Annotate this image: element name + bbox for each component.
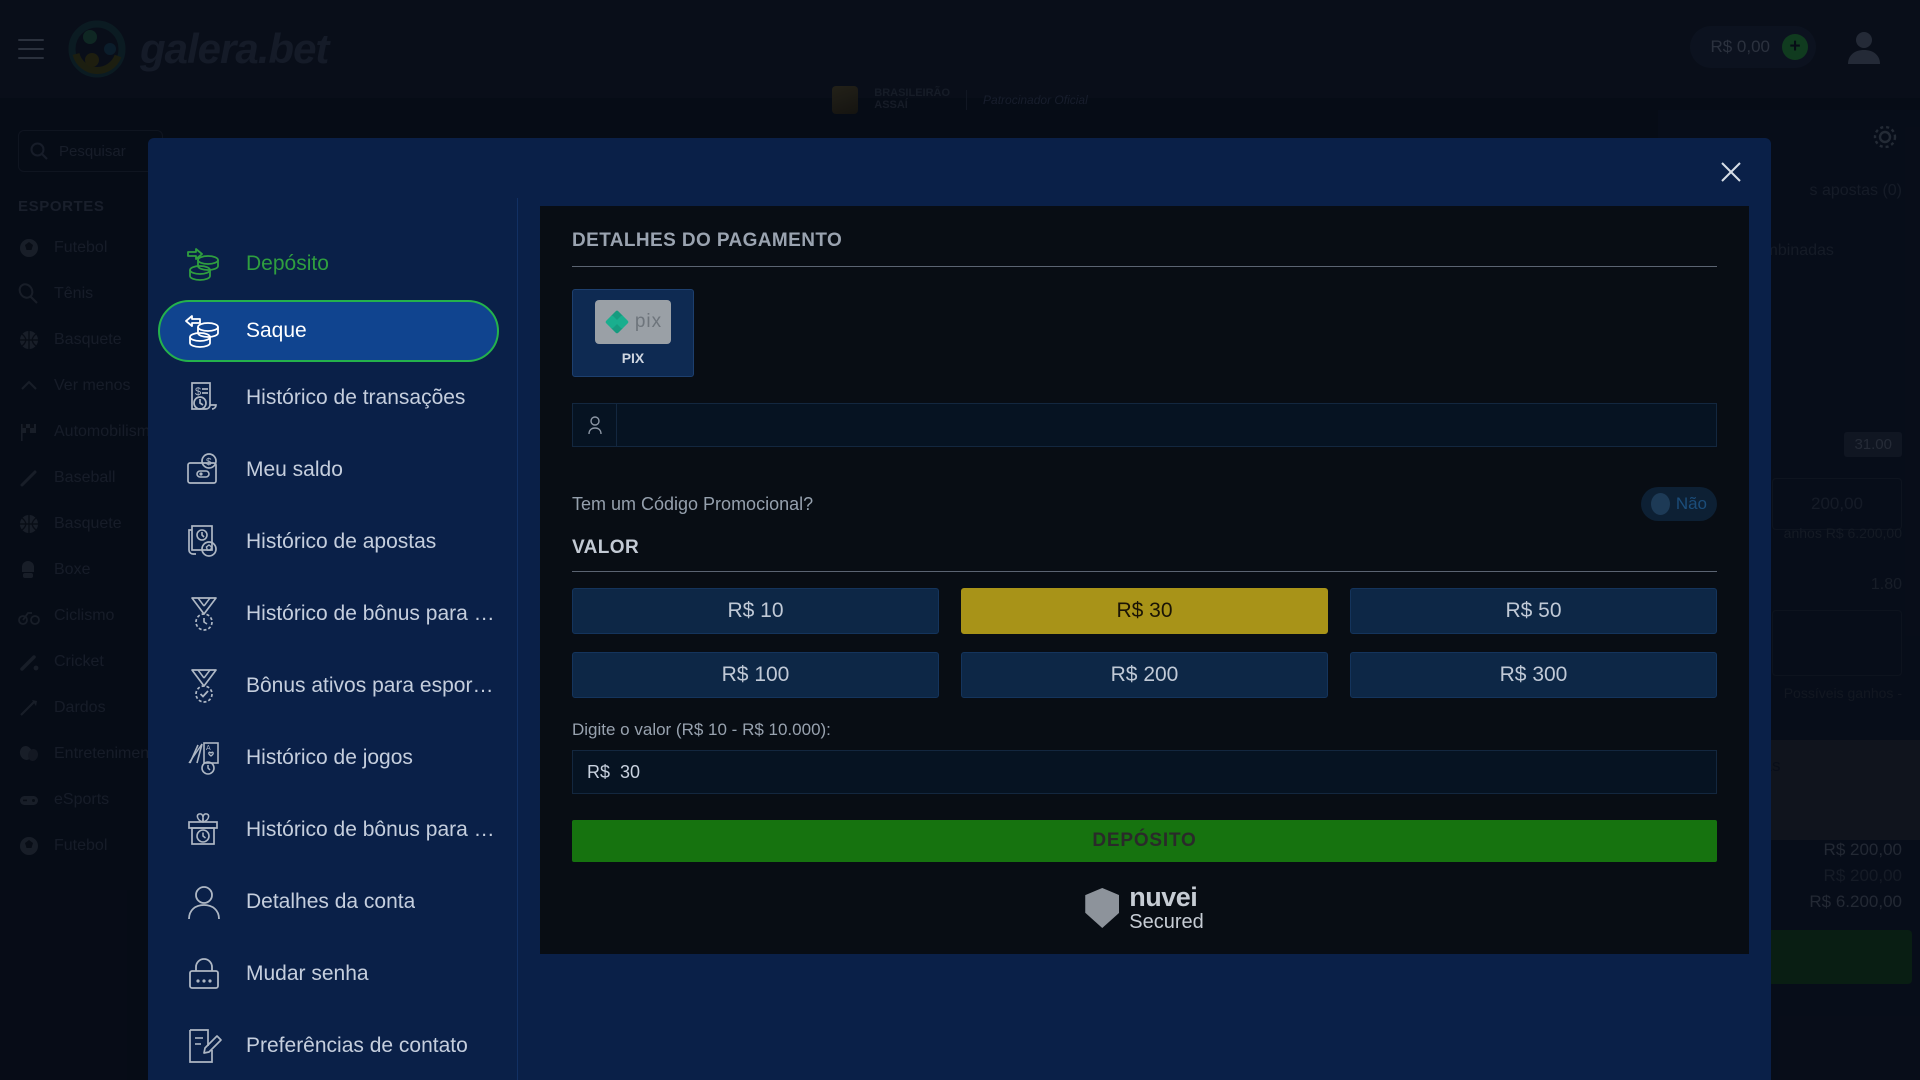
nav-item-label: Histórico de bônus para Ca... xyxy=(246,818,499,841)
promo-code-question: Tem um Código Promocional? xyxy=(572,493,814,514)
amount-preset-button[interactable]: R$ 300 xyxy=(1350,652,1717,698)
amount-input[interactable] xyxy=(572,750,1717,794)
nav-item-label: Histórico de apostas xyxy=(246,530,437,553)
amount-preset-button[interactable]: R$ 200 xyxy=(961,652,1328,698)
nuvei-brand: nuvei xyxy=(1129,882,1198,912)
close-icon[interactable] xyxy=(1713,154,1749,190)
nav-item-historico-bonus-casino[interactable]: Histórico de bônus para Ca... xyxy=(160,794,499,866)
account-modal: Depósito Saque $ Histórico de transações… xyxy=(148,138,1771,1080)
bet-history-icon xyxy=(184,522,224,562)
svg-text:A: A xyxy=(206,745,211,752)
nav-item-detalhes-conta[interactable]: Detalhes da conta xyxy=(160,866,499,938)
nuvei-text: nuvei Secured xyxy=(1129,882,1204,933)
nav-item-label: Mudar senha xyxy=(246,962,369,985)
person-icon xyxy=(184,882,224,922)
shield-icon xyxy=(1085,887,1120,928)
amount-preset-button-selected[interactable]: R$ 30 xyxy=(961,588,1328,634)
payment-panel-inner: DETALHES DO PAGAMENTO pix PIX Tem um Cód… xyxy=(540,206,1749,954)
amount-preset-button[interactable]: R$ 10 xyxy=(572,588,939,634)
nav-item-label: Depósito xyxy=(246,252,329,275)
amount-presets: R$ 10 R$ 30 R$ 50 R$ 100 R$ 200 R$ 300 xyxy=(572,588,1717,698)
promo-code-toggle[interactable]: Não xyxy=(1641,487,1717,521)
nav-item-label: Preferências de contato xyxy=(246,1034,468,1057)
payment-panel: DETALHES DO PAGAMENTO pix PIX Tem um Cód… xyxy=(518,198,1771,1080)
pix-wordmark: pix xyxy=(634,311,663,332)
nav-item-label: Histórico de jogos xyxy=(246,746,413,769)
medal-check-icon xyxy=(184,666,224,706)
modal-nav: Depósito Saque $ Histórico de transações… xyxy=(148,198,518,1080)
nav-item-label: Histórico de transações xyxy=(246,386,466,409)
divider xyxy=(572,571,1717,572)
cards-history-icon: A xyxy=(184,738,224,778)
nav-item-label: Meu saldo xyxy=(246,458,343,481)
amount-preset-button[interactable]: R$ 100 xyxy=(572,652,939,698)
pix-diamond-icon xyxy=(604,309,630,335)
account-field-row[interactable] xyxy=(572,403,1717,447)
nav-item-historico-transacoes[interactable]: $ Histórico de transações xyxy=(160,362,499,434)
nav-item-saque[interactable]: Saque xyxy=(158,300,499,362)
withdraw-coins-icon xyxy=(184,311,224,351)
payment-method-label: PIX xyxy=(621,350,645,366)
amount-hint-label: Digite o valor (R$ 10 - R$ 10.000): xyxy=(572,720,831,739)
promo-code-row: Tem um Código Promocional? Não xyxy=(572,487,1717,521)
account-input[interactable] xyxy=(617,404,1716,446)
wallet-icon: $ xyxy=(184,450,224,490)
svg-text:$: $ xyxy=(206,457,212,468)
transaction-history-icon: $ xyxy=(184,378,224,418)
nav-item-preferencias-contato[interactable]: Preferências de contato xyxy=(160,1010,499,1080)
medal-history-icon xyxy=(184,594,224,634)
nav-item-bonus-ativos[interactable]: Bônus ativos para esportes xyxy=(160,650,499,722)
padlock-icon xyxy=(184,954,224,994)
pix-logo-icon: pix xyxy=(595,300,671,344)
person-icon xyxy=(573,404,617,446)
nuvei-secured-badge: nuvei Secured xyxy=(572,882,1717,933)
divider xyxy=(572,266,1717,267)
edit-document-icon xyxy=(184,1026,224,1066)
nav-item-deposito[interactable]: Depósito xyxy=(160,228,499,300)
nav-item-historico-apostas[interactable]: Histórico de apostas xyxy=(160,506,499,578)
nav-item-historico-bonus-esportes[interactable]: Histórico de bônus para esp... xyxy=(160,578,499,650)
payment-method-pix[interactable]: pix PIX xyxy=(572,289,694,377)
nav-item-label: Histórico de bônus para esp... xyxy=(246,602,499,625)
nav-item-historico-jogos[interactable]: A Histórico de jogos xyxy=(160,722,499,794)
deposit-submit-button[interactable]: DEPÓSITO xyxy=(572,820,1717,862)
app-root: galera.bet R$ 0,00 + BRASILEIRÃO ASSAÍ P… xyxy=(0,0,1920,1080)
gift-history-icon xyxy=(184,810,224,850)
nuvei-secured-label: Secured xyxy=(1129,910,1204,933)
nav-item-label: Bônus ativos para esportes xyxy=(246,674,499,697)
nav-item-mudar-senha[interactable]: Mudar senha xyxy=(160,938,499,1010)
nav-item-label: Detalhes da conta xyxy=(246,890,416,913)
modal-body: Depósito Saque $ Histórico de transações… xyxy=(148,198,1771,1080)
toggle-label: Não xyxy=(1675,494,1707,513)
valor-section-title: VALOR xyxy=(572,537,640,558)
toggle-knob xyxy=(1651,493,1670,515)
nav-item-label: Saque xyxy=(246,319,307,342)
nav-item-meu-saldo[interactable]: $ Meu saldo xyxy=(160,434,499,506)
deposit-coins-icon xyxy=(184,244,224,284)
amount-preset-button[interactable]: R$ 50 xyxy=(1350,588,1717,634)
payment-section-title: DETALHES DO PAGAMENTO xyxy=(572,230,843,251)
